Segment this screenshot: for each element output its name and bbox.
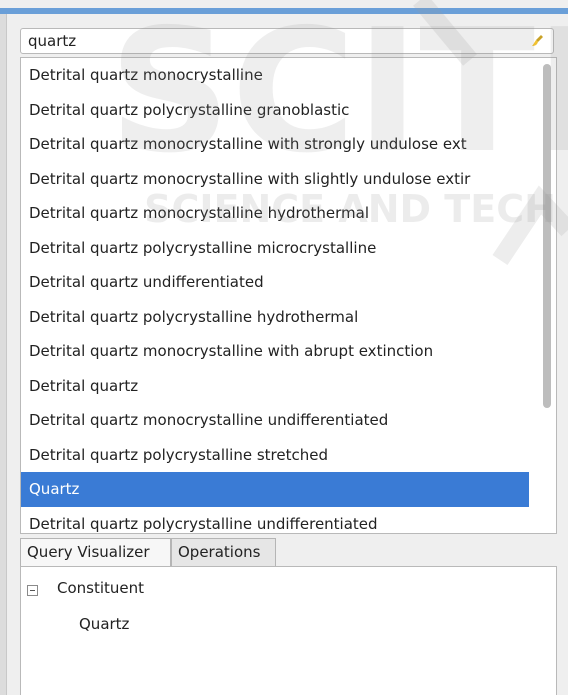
collapse-icon[interactable]	[27, 585, 38, 596]
scrollbar-thumb[interactable]	[543, 64, 551, 408]
list-item[interactable]: Detrital quartz undifferentiated	[21, 265, 529, 300]
window-top-bar	[0, 0, 568, 14]
query-visualizer-panel: Constituent Quartz	[20, 566, 557, 695]
left-frame-edge	[0, 14, 7, 695]
list-item-selected[interactable]: Quartz	[21, 472, 529, 507]
list-item[interactable]: Detrital quartz monocrystalline with str…	[21, 127, 529, 162]
tab-operations[interactable]: Operations	[171, 538, 276, 566]
tab-query-visualizer[interactable]: Query Visualizer	[20, 538, 171, 566]
list-item[interactable]: Detrital quartz polycrystalline microcry…	[21, 231, 529, 266]
search-box[interactable]	[20, 28, 554, 54]
list-scrollbar[interactable]	[538, 58, 556, 533]
tree-node-constituent[interactable]: Constituent	[57, 579, 144, 597]
bottom-tab-bar: Query Visualizer Operations	[20, 536, 557, 566]
list-item[interactable]: Detrital quartz polycrystalline undiffer…	[21, 507, 529, 534]
list-item[interactable]: Detrital quartz monocrystalline	[21, 58, 529, 93]
search-input[interactable]	[28, 31, 518, 51]
list-item[interactable]: Detrital quartz monocrystalline undiffer…	[21, 403, 529, 438]
top-accent-strip	[0, 8, 568, 14]
tree-node-quartz[interactable]: Quartz	[79, 615, 129, 633]
list-item[interactable]: Detrital quartz polycrystalline stretche…	[21, 438, 529, 473]
list-item[interactable]: Detrital quartz	[21, 369, 529, 404]
list-item[interactable]: Detrital quartz polycrystalline granobla…	[21, 93, 529, 128]
clear-search-icon[interactable]	[529, 33, 545, 49]
results-list[interactable]: Detrital quartz monocrystalline Detrital…	[20, 57, 557, 534]
list-item[interactable]: Detrital quartz monocrystalline with abr…	[21, 334, 529, 369]
list-item[interactable]: Detrital quartz monocrystalline hydrothe…	[21, 196, 529, 231]
list-item[interactable]: Detrital quartz polycrystalline hydrothe…	[21, 300, 529, 335]
list-item[interactable]: Detrital quartz monocrystalline with sli…	[21, 162, 529, 197]
